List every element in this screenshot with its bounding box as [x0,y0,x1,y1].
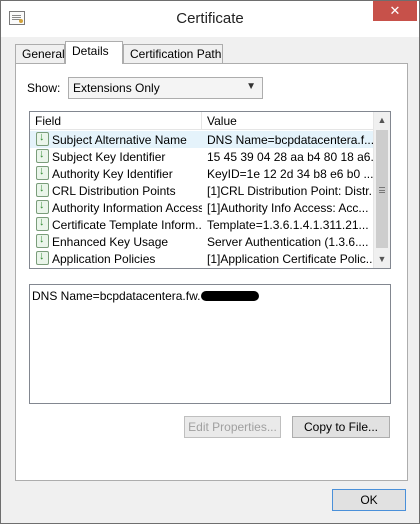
tab-certification-path[interactable]: Certification Path [123,44,223,64]
grip-icon [379,187,385,193]
list-row[interactable]: CRL Distribution Points [1]CRL Distribut… [30,182,375,199]
extension-icon [36,131,49,146]
scroll-thumb[interactable] [376,130,388,248]
extension-icon [36,216,49,231]
list-scrollbar[interactable]: ▲ ▼ [373,112,390,268]
row-value: Template=1.3.6.1.4.1.311.21... [207,218,369,232]
row-value: [1]Authority Info Access: Acc... [207,201,369,215]
tab-details[interactable]: Details [65,41,123,64]
list-header: Field Value [30,112,375,130]
list-row[interactable]: Authority Information Access [1]Authorit… [30,199,375,216]
chevron-down-icon: ▼ [246,81,256,92]
scroll-down-icon[interactable]: ▼ [374,251,390,268]
show-dropdown-value: Extensions Only [73,81,160,95]
row-field: Certificate Template Inform... [52,218,202,232]
row-field: CRL Distribution Points [52,184,176,198]
list-row[interactable]: Subject Alternative Name DNS Name=bcpdat… [30,131,375,148]
edit-properties-button[interactable]: Edit Properties... [184,416,281,438]
row-value: KeyID=1e 12 2d 34 b8 e6 b0 ... [207,167,373,181]
extension-icon [36,165,49,180]
row-field: Enhanced Key Usage [52,235,169,249]
ok-button[interactable]: OK [332,489,406,511]
list-row[interactable]: Application Policies [1]Application Cert… [30,250,375,267]
copy-to-file-button[interactable]: Copy to File... [292,416,390,438]
extension-icon [36,199,49,214]
column-header-value[interactable]: Value [202,112,375,130]
row-field: Authority Key Identifier [52,167,173,181]
show-label: Show: [27,81,61,95]
close-button[interactable]: ✕ [373,1,417,21]
redaction-mark [201,291,260,301]
column-header-field[interactable]: Field [30,112,202,130]
list-row[interactable]: Certificate Template Inform... Template=… [30,216,375,233]
row-field: Subject Key Identifier [52,150,166,164]
row-value: Server Authentication (1.3.6.... [207,235,369,249]
extension-icon [36,148,49,163]
extension-icon [36,233,49,248]
row-value: [1]CRL Distribution Point: Distr... [207,184,373,198]
window-title: Certificate [176,10,244,27]
list-row[interactable]: Authority Key Identifier KeyID=1e 12 2d … [30,165,375,182]
row-field: Authority Information Access [52,201,202,215]
extension-icon [36,250,49,265]
row-value: [1]Application Certificate Polic... [207,252,373,266]
tab-general[interactable]: General [15,44,65,64]
list-row[interactable]: Subject Key Identifier 15 45 39 04 28 aa… [30,148,375,165]
field-list[interactable]: Field Value Subject Alternative Name DNS… [29,111,391,269]
row-value: DNS Name=bcpdatacentera.f... [207,133,373,147]
row-field: Subject Alternative Name [52,133,187,147]
row-field: Application Policies [52,252,156,266]
field-detail-text[interactable]: DNS Name=bcpdatacentera.fw. [29,284,391,404]
list-row[interactable]: Enhanced Key Usage Server Authentication… [30,233,375,250]
row-value: 15 45 39 04 28 aa b4 80 18 a6... [207,150,373,164]
show-dropdown[interactable]: Extensions Only ▼ [68,77,263,99]
detail-value: DNS Name=bcpdatacentera.fw. [32,289,201,303]
scroll-up-icon[interactable]: ▲ [374,112,390,129]
title-bar: Certificate ✕ [1,1,419,37]
extension-icon [36,182,49,197]
details-panel: Show: Extensions Only ▼ Field Value Subj… [15,63,408,481]
certificate-window: Certificate ✕ General Details Certificat… [0,0,420,524]
